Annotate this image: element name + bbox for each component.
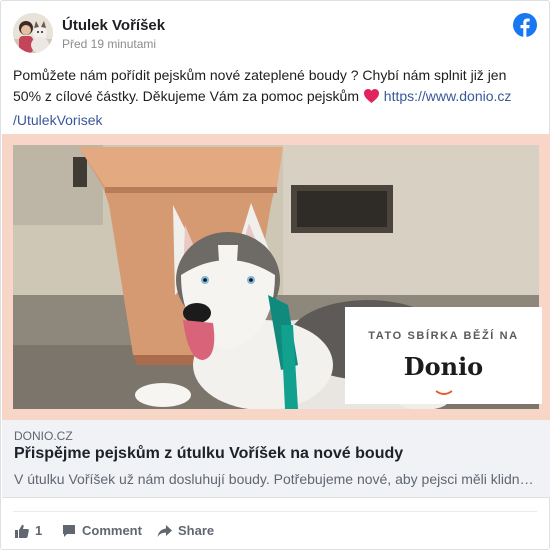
like-count: 1 (35, 523, 43, 538)
avatar[interactable] (13, 13, 53, 53)
link-domain: DONIO.CZ (14, 429, 73, 443)
heart-icon (363, 88, 380, 110)
like-button[interactable]: 1 (15, 523, 42, 538)
page-name[interactable]: Útulek Voříšek (62, 17, 165, 34)
post-card: Útulek Voříšek Před 19 minutami Pomůžete… (0, 0, 550, 550)
donio-logo: Donio (403, 352, 484, 381)
link-title[interactable]: Přispějme pejskům z útulku Voříšek na no… (14, 445, 403, 463)
thumbs-up-icon (15, 524, 29, 538)
share-button[interactable]: Share (157, 523, 214, 538)
promo-line: TATO SBÍRKA BĚŽÍ NA (368, 330, 519, 342)
post-media[interactable]: TATO SBÍRKA BĚŽÍ NA Donio (2, 134, 550, 420)
share-label: Share (178, 523, 215, 538)
link-preview[interactable]: DONIO.CZ Přispějme pejskům z útulku Voří… (2, 420, 550, 498)
post-text: Pomůžete nám pořídit pejskům nové zatepl… (13, 65, 535, 131)
share-icon (157, 524, 172, 538)
donio-promo-badge: TATO SBÍRKA BĚŽÍ NA Donio (345, 307, 542, 404)
comment-button[interactable]: Comment (62, 523, 142, 538)
post-timestamp[interactable]: Před 19 minutami (62, 37, 156, 51)
facebook-logo-icon[interactable] (513, 13, 537, 37)
comment-icon (62, 524, 76, 538)
post-header: Útulek Voříšek Před 19 minutami (13, 13, 537, 55)
comment-label: Comment (82, 523, 142, 538)
post-actions: 1 Comment Share (13, 511, 537, 544)
donio-smile-icon (435, 383, 453, 401)
link-description: V útulku Voříšek už nám dosluhují boudy.… (14, 471, 534, 487)
